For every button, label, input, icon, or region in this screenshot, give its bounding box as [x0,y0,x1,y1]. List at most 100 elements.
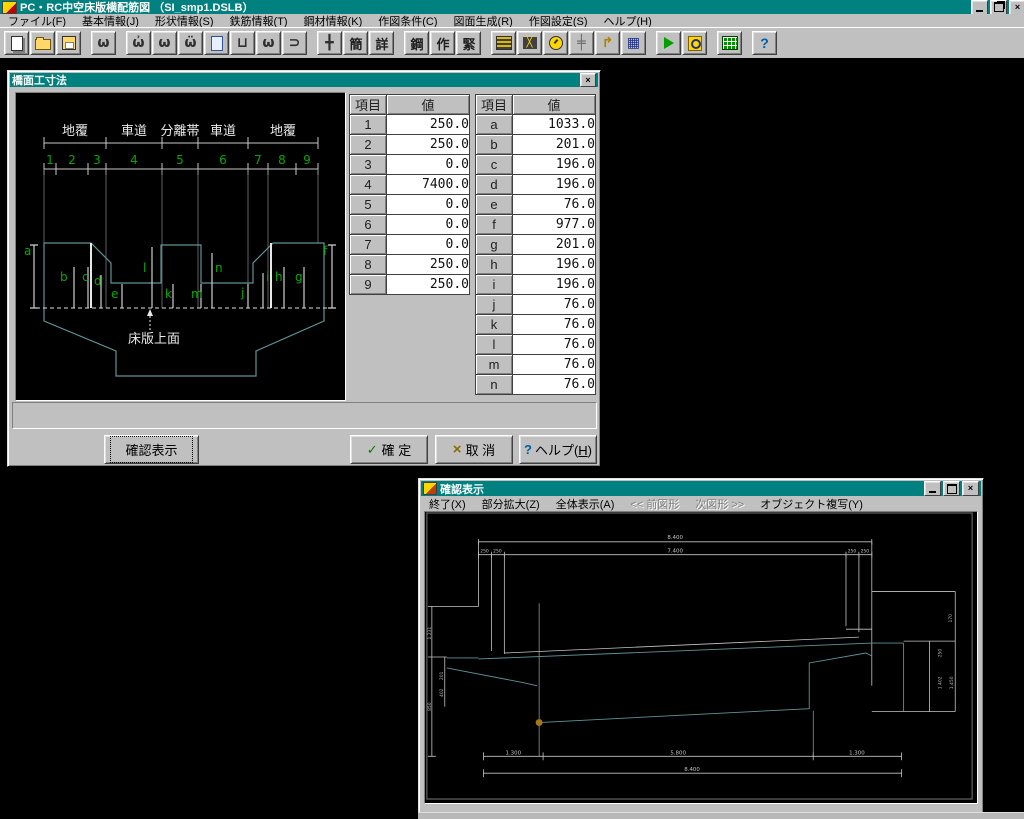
value-cell[interactable]: 196.0 [513,175,596,195]
value-cell[interactable]: 7400.0 [387,175,470,195]
table-row: e76.0 [476,195,596,215]
segment-number: 4 [130,153,138,167]
cross-check-button[interactable]: ╳ [517,31,542,55]
help-dialog-button[interactable]: ? ヘルプ(H) [519,435,597,464]
section-view-button[interactable]: ω [91,31,116,55]
new-file-button[interactable] [4,31,29,55]
help-button[interactable]: ? [752,31,777,55]
zone-label: 地覆 [62,124,88,139]
segment-number: 1 [46,153,54,167]
sheet-button[interactable] [204,31,229,55]
restore-button[interactable] [990,0,1007,15]
table-row: 9250.0 [350,275,470,295]
value-cell[interactable]: 76.0 [513,375,596,395]
value-cell[interactable]: 201.0 [513,135,596,155]
value-cell[interactable]: 250.0 [387,115,470,135]
redirect-button[interactable]: ↱ [595,31,620,55]
scale-button[interactable] [543,31,568,55]
close-button[interactable]: × [1009,0,1024,15]
magnifier-icon [688,36,702,51]
dim-label-right: 170 [948,614,954,623]
zone-label: 地覆 [270,124,296,139]
table-row: 1250.0 [350,115,470,135]
item-cell: 4 [350,175,387,195]
value-cell[interactable]: 250.0 [387,135,470,155]
tension-button[interactable]: 緊 [456,31,481,55]
view-close-button[interactable]: × [962,481,979,496]
value-cell[interactable]: 76.0 [513,335,596,355]
menu-object-copy[interactable]: オブジェクト複写(Y) [752,495,871,513]
work-button[interactable]: 作 [430,31,455,55]
simple-mode-button[interactable]: 簡 [343,31,368,55]
slab-button[interactable]: ⊔ [230,31,255,55]
table-row: c196.0 [476,155,596,175]
confirm-display-button[interactable]: 確認表示 [104,435,199,464]
table-row: 8250.0 [350,255,470,275]
item-cell: n [476,375,513,395]
anchor-button[interactable]: ╋ [317,31,342,55]
cancel-button[interactable]: × 取 消 [435,435,513,464]
view-minimize-button[interactable] [924,481,941,496]
save-button[interactable] [56,31,81,55]
item-cell: 8 [350,255,387,275]
detail-mode-button[interactable]: 詳 [369,31,394,55]
anchor-cross-icon: ╋ [325,36,333,50]
value-cell[interactable]: 76.0 [513,315,596,335]
dim-label: 250 [848,549,857,555]
menu-prev-figure: << 前図形 [622,495,687,513]
item-cell: l [476,335,513,355]
value-cell[interactable]: 0.0 [387,235,470,255]
section-edit-3-button[interactable]: ω̈ [178,31,203,55]
dim-letter: h [275,270,283,284]
value-cell[interactable]: 76.0 [513,195,596,215]
dim-label-bottom: 5.800 [670,750,686,756]
window-icon [423,482,437,495]
value-cell[interactable]: 196.0 [513,275,596,295]
value-cell[interactable]: 0.0 [387,155,470,175]
tables-button[interactable]: ▦ [621,31,646,55]
value-cell[interactable]: 76.0 [513,355,596,375]
section-edit-1-button[interactable]: ὠ [126,31,151,55]
value-cell[interactable]: 196.0 [513,255,596,275]
value-cell[interactable]: 0.0 [387,215,470,235]
grid-table-button[interactable] [717,31,742,55]
ok-button[interactable]: ✓ 確 定 [350,435,428,464]
preview-button[interactable] [682,31,707,55]
segment-number: 3 [93,153,101,167]
bridge-section-icon: ω̈ [184,36,196,50]
value-cell[interactable]: 196.0 [513,155,596,175]
open-file-button[interactable] [30,31,55,55]
bent-arrow-icon: ↱ [602,36,614,50]
layer-bars-button[interactable] [491,31,516,55]
clamp-button[interactable]: ╪ [569,31,594,55]
dialog-close-button[interactable]: × [580,73,596,87]
value-cell[interactable]: 76.0 [513,295,596,315]
confirm-display-label: 確認表示 [110,436,192,463]
value-cell[interactable]: 201.0 [513,235,596,255]
value-cell[interactable]: 1033.0 [513,115,596,135]
steel-button[interactable]: 鋼 [404,31,429,55]
x-icon: × [453,441,462,458]
menu-exit[interactable]: 終了(X) [421,495,474,513]
menu-partial-zoom[interactable]: 部分拡大(Z) [474,495,548,513]
item-cell: f [476,215,513,235]
minimize-button[interactable] [971,0,988,15]
help-label: ヘルプ(H) [535,440,592,459]
confirm-view-window: 確認表示 × 終了(X) 部分拡大(Z) 全体表示(A) << 前図形 次図形 … [418,478,984,814]
item-cell: b [476,135,513,155]
section-edit-2-button[interactable]: ω [152,31,177,55]
view-maximize-button[interactable] [943,481,960,496]
value-cell[interactable]: 250.0 [387,275,470,295]
menu-full-view[interactable]: 全体表示(A) [548,495,623,513]
table-row: 60.0 [350,215,470,235]
item-cell: 5 [350,195,387,215]
value-cell[interactable]: 250.0 [387,255,470,275]
value-cell[interactable]: 0.0 [387,195,470,215]
main-toolbar: ω ὠ ω ω̈ ⊔ ω ⊃ ╋ 簡 詳 鋼 作 緊 ╳ ╪ ↱ ▦ ? [0,27,1024,59]
dim-label-left: 1.231 [427,627,433,640]
run-button[interactable] [656,31,681,55]
dim-letter: n [215,261,223,275]
rotate-section-button[interactable]: ⊃ [282,31,307,55]
section-edit-4-button[interactable]: ω [256,31,281,55]
value-cell[interactable]: 977.0 [513,215,596,235]
